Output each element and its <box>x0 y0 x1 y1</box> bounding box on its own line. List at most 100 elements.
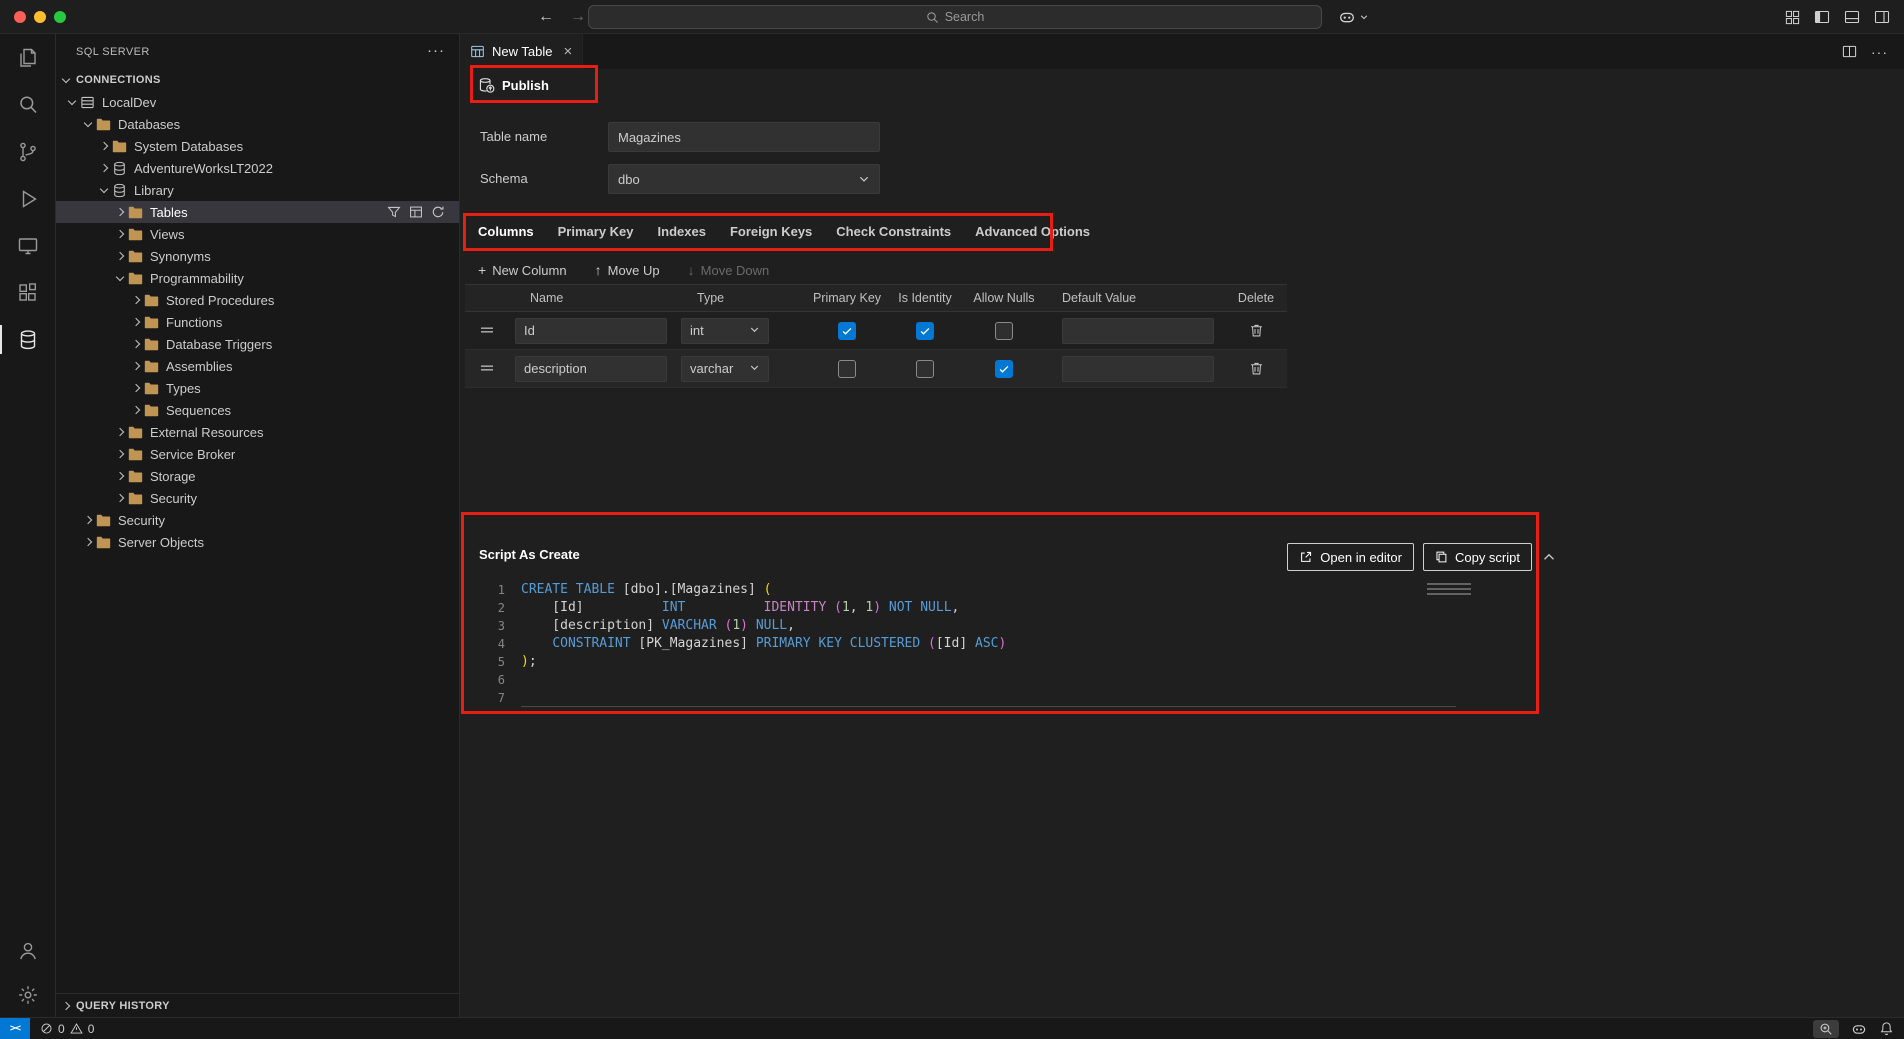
settings-button[interactable] <box>0 973 55 1017</box>
tree-item-stored-procedures[interactable]: Stored Procedures <box>56 289 459 311</box>
script-code[interactable]: 1CREATE TABLE [dbo].[Magazines] (2 [Id] … <box>477 581 1497 707</box>
tree-item-library[interactable]: Library <box>56 179 459 201</box>
chevron-right-icon[interactable] <box>128 333 144 355</box>
chevron-right-icon[interactable] <box>112 201 128 223</box>
column-type-dropdown[interactable]: int <box>681 318 769 344</box>
chevron-down-icon[interactable] <box>112 267 128 289</box>
command-center-search[interactable]: Search <box>588 5 1322 29</box>
allow-nulls-checkbox[interactable] <box>995 322 1013 340</box>
notifications-bell-icon[interactable] <box>1879 1021 1894 1036</box>
designer-tab-foreign-keys[interactable]: Foreign Keys <box>718 214 824 250</box>
split-editor-icon[interactable] <box>1842 44 1857 59</box>
chevron-up-icon[interactable] <box>1541 549 1557 565</box>
column-name-input[interactable] <box>515 356 667 382</box>
copilot-status-icon[interactable] <box>1851 1021 1867 1037</box>
designer-tab-columns[interactable]: Columns <box>466 214 546 250</box>
tree-item-databases[interactable]: Databases <box>56 113 459 135</box>
column-type-dropdown[interactable]: varchar <box>681 356 769 382</box>
drag-handle-icon[interactable] <box>480 323 494 338</box>
delete-row-icon[interactable] <box>1249 323 1264 338</box>
tree-item-programmability[interactable]: Programmability <box>56 267 459 289</box>
tree-item-security[interactable]: Security <box>56 509 459 531</box>
chevron-right-icon[interactable] <box>112 223 128 245</box>
activity-source-control-button[interactable] <box>0 128 55 175</box>
tree-item-external-resources[interactable]: External Resources <box>56 421 459 443</box>
maximize-window-button[interactable] <box>54 11 66 23</box>
is-identity-checkbox[interactable] <box>916 322 934 340</box>
designer-tab-indexes[interactable]: Indexes <box>646 214 718 250</box>
toggle-panel-icon[interactable] <box>1844 9 1860 25</box>
navigate-forward-button[interactable]: → <box>570 0 586 34</box>
activity-search-button[interactable] <box>0 81 55 128</box>
schema-dropdown[interactable]: dbo <box>608 164 880 194</box>
drag-handle-icon[interactable] <box>480 361 494 376</box>
copilot-menu-button[interactable] <box>1338 0 1369 34</box>
chevron-right-icon[interactable] <box>128 377 144 399</box>
activity-extensions-button[interactable] <box>0 269 55 316</box>
activity-run-debug-button[interactable] <box>0 175 55 222</box>
delete-row-icon[interactable] <box>1249 361 1264 376</box>
accounts-button[interactable] <box>0 929 55 973</box>
activity-explorer-button[interactable] <box>0 34 55 81</box>
chevron-right-icon[interactable] <box>128 399 144 421</box>
tree-item-adventureworkslt2022[interactable]: AdventureWorksLT2022 <box>56 157 459 179</box>
zoom-indicator[interactable] <box>1813 1020 1839 1038</box>
close-tab-icon[interactable]: × <box>563 43 572 60</box>
toggle-primary-sidebar-icon[interactable] <box>1814 9 1830 25</box>
chevron-right-icon[interactable] <box>128 355 144 377</box>
chevron-down-icon[interactable] <box>96 179 112 201</box>
tree-item-database-triggers[interactable]: Database Triggers <box>56 333 459 355</box>
table-name-input[interactable] <box>608 122 880 152</box>
tree-item-service-broker[interactable]: Service Broker <box>56 443 459 465</box>
filter-icon[interactable] <box>387 205 401 219</box>
is-identity-checkbox[interactable] <box>916 360 934 378</box>
chevron-right-icon[interactable] <box>128 311 144 333</box>
tree-item-types[interactable]: Types <box>56 377 459 399</box>
chevron-right-icon[interactable] <box>96 157 112 179</box>
tree-item-server-objects[interactable]: Server Objects <box>56 531 459 553</box>
tree-item-system-databases[interactable]: System Databases <box>56 135 459 157</box>
toggle-secondary-sidebar-icon[interactable] <box>1874 9 1890 25</box>
chevron-right-icon[interactable] <box>80 531 96 553</box>
column-name-input[interactable] <box>515 318 667 344</box>
more-actions-icon[interactable]: ··· <box>427 34 445 69</box>
primary-key-checkbox[interactable] <box>838 322 856 340</box>
tree-item-assemblies[interactable]: Assemblies <box>56 355 459 377</box>
chevron-right-icon[interactable] <box>128 289 144 311</box>
query-history-section-header[interactable]: QUERY HISTORY <box>56 993 459 1017</box>
activity-sql-server-button[interactable] <box>0 316 55 363</box>
tree-item-views[interactable]: Views <box>56 223 459 245</box>
publish-button[interactable]: Publish <box>478 73 549 98</box>
chevron-down-icon[interactable] <box>64 91 80 113</box>
close-window-button[interactable] <box>14 11 26 23</box>
tree-item-security[interactable]: Security <box>56 487 459 509</box>
copy-script-button[interactable]: Copy script <box>1423 543 1532 571</box>
chevron-right-icon[interactable] <box>112 487 128 509</box>
more-actions-icon[interactable]: ··· <box>1871 44 1888 60</box>
default-value-input[interactable] <box>1062 356 1214 382</box>
chevron-right-icon[interactable] <box>96 135 112 157</box>
chevron-right-icon[interactable] <box>112 245 128 267</box>
connections-section-header[interactable]: CONNECTIONS <box>56 69 459 91</box>
tree-item-storage[interactable]: Storage <box>56 465 459 487</box>
chevron-right-icon[interactable] <box>112 421 128 443</box>
chevron-right-icon[interactable] <box>112 465 128 487</box>
remote-indicator[interactable]: >< <box>0 1018 30 1039</box>
navigate-back-button[interactable]: ← <box>538 0 554 34</box>
tree-item-sequences[interactable]: Sequences <box>56 399 459 421</box>
activity-remote-explorer-button[interactable] <box>0 222 55 269</box>
problems-status[interactable]: 0 0 <box>40 1022 94 1036</box>
open-in-editor-button[interactable]: Open in editor <box>1287 543 1414 571</box>
designer-tab-check-constraints[interactable]: Check Constraints <box>824 214 963 250</box>
table-icon[interactable] <box>409 205 423 219</box>
refresh-icon[interactable] <box>431 205 445 219</box>
minimize-window-button[interactable] <box>34 11 46 23</box>
designer-tab-primary-key[interactable]: Primary Key <box>546 214 646 250</box>
chevron-right-icon[interactable] <box>112 443 128 465</box>
chevron-down-icon[interactable] <box>80 113 96 135</box>
allow-nulls-checkbox[interactable] <box>995 360 1013 378</box>
designer-tab-advanced-options[interactable]: Advanced Options <box>963 214 1102 250</box>
move-down-button[interactable]: ↓Move Down <box>688 262 770 278</box>
primary-key-checkbox[interactable] <box>838 360 856 378</box>
tab-new-table[interactable]: New Table × <box>460 34 583 69</box>
